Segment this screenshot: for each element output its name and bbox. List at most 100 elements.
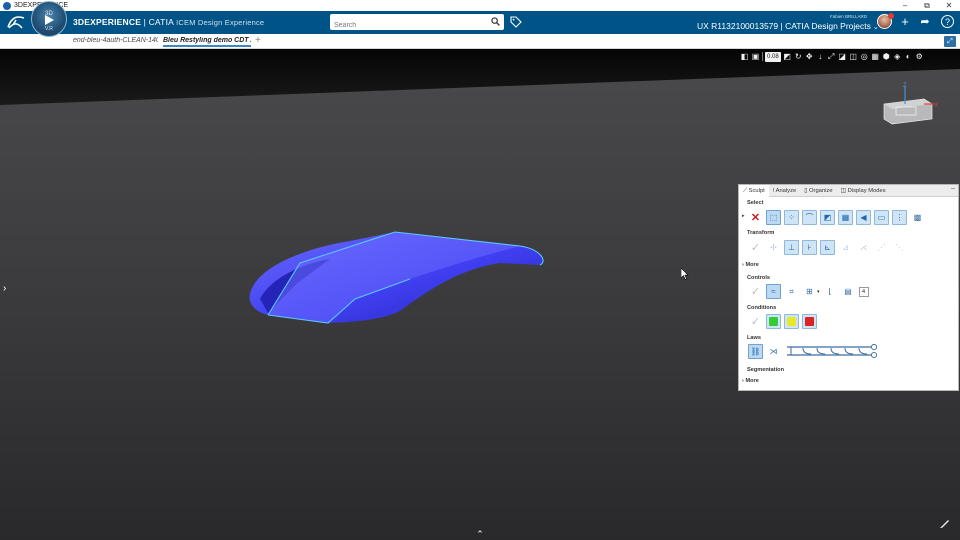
condition-green-icon[interactable] (766, 314, 781, 329)
capture-icon[interactable]: ▣ (751, 52, 760, 61)
select-surface-icon[interactable]: ⬚ (766, 210, 781, 225)
section-transform: Transform (747, 230, 775, 236)
render-style-icon[interactable]: ◫ (849, 52, 858, 61)
soft-modification-icon[interactable]: ≈ (766, 284, 781, 299)
controls-tools-row: ✓ ≈ ⌗ ⊞ ▾ ⌊ ▤ 4 (748, 284, 869, 299)
red-square-icon (805, 317, 814, 326)
left-panel-expand-icon[interactable]: › (3, 283, 11, 294)
zoom-icon[interactable]: ↓ (816, 52, 825, 61)
select-curves-icon[interactable]: ⌒ (802, 210, 817, 225)
select-tools-row: ✕ ⬚ ⁘ ⌒ ◩ ▦ ◀ ▭ ⋮ ▩ (748, 210, 925, 225)
translate-icon[interactable]: ⊥ (784, 240, 799, 255)
zoom-value[interactable]: 0.08 (765, 51, 781, 62)
select-box-icon[interactable]: ▭ (874, 210, 889, 225)
control-mesh-icon[interactable]: ⊞ (802, 284, 817, 299)
multi-view-icon[interactable]: ▦ (871, 52, 880, 61)
transform-tools-row: ✓ ✢ ⊥ ⊦ ⊾ ⊿ ⋌ ⋰ ⋱ (748, 240, 907, 255)
select-previous-icon[interactable]: ◀ (856, 210, 871, 225)
display-modes-icon: ◫ (840, 188, 848, 194)
select-grid-icon[interactable]: ▩ (910, 210, 925, 225)
user-name: Fabien BRILLARD (830, 14, 868, 19)
view-cube-icon[interactable]: ⬢ (882, 52, 891, 61)
rotate-icon[interactable]: ↻ (794, 52, 803, 61)
tab-bleu-restyling-demo[interactable]: Bleu Restyling demo CDT A (163, 37, 251, 47)
restore-window-button[interactable]: ⧉ (916, 1, 938, 11)
controls-check-icon[interactable]: ✓ (748, 284, 763, 299)
lights-icon[interactable]: ◈ (893, 52, 902, 61)
rotate-transform-icon[interactable]: ⊾ (820, 240, 835, 255)
add-tab-button[interactable]: + (255, 35, 261, 46)
brand-catia: | CATIA (141, 17, 174, 27)
section-select: Select (747, 200, 764, 206)
compass-widget[interactable]: 3D V.R (31, 1, 67, 37)
settings-icon[interactable]: ⚙ (915, 52, 924, 61)
3dexperience-app-icon (3, 1, 11, 10)
conditions-check-icon[interactable]: ✓ (748, 314, 763, 329)
search-icon[interactable] (491, 17, 500, 26)
avatar[interactable] (877, 13, 894, 29)
control-page-icon[interactable]: ▤ (841, 284, 856, 299)
collaborative-space-selector[interactable]: UX R1132100013579 | CATIA Design Project… (697, 21, 879, 31)
pan-icon[interactable]: ✥ (805, 52, 814, 61)
expand-icon[interactable]: ⤢ (944, 36, 956, 47)
cube-view-icon[interactable]: ◩ (783, 52, 792, 61)
select-points-icon[interactable]: ⁘ (784, 210, 799, 225)
chevron-down-icon[interactable]: ▾ (817, 289, 820, 295)
chevron-right-icon: › (742, 262, 744, 268)
ambient-icon[interactable]: ◐ (904, 52, 913, 61)
mouse-cursor-icon (681, 268, 689, 280)
move-axis-icon[interactable]: ✢ (766, 240, 781, 255)
action-bar-expand-icon[interactable]: ⌃ (475, 529, 485, 540)
tab-organize[interactable]: ▯ Organize (800, 185, 836, 197)
help-button[interactable]: ? (941, 15, 954, 28)
transform-more-toggle[interactable]: › More (742, 262, 759, 268)
control-curve-icon[interactable]: ⌊ (823, 284, 838, 299)
brand-3dexperience: 3DEXPERIENCE (73, 17, 142, 27)
control-grid-icon[interactable]: ⌗ (784, 284, 799, 299)
os-title-bar: 3DEXPERIENCE – ⧉ ✕ (0, 0, 960, 11)
brand-title: 3DEXPERIENCE | CATIA ICEM Design Experie… (73, 17, 264, 27)
select-faces-icon[interactable]: ◩ (820, 210, 835, 225)
camera-icon[interactable]: ◧ (740, 52, 749, 61)
law-type-icon[interactable]: ⋊ (766, 344, 781, 359)
law-slider[interactable] (785, 344, 877, 358)
view-toolbar: ◧ ▣ 0.08 ◩ ↻ ✥ ↓ ⤢ ◪ ◫ ◎ ▦ ⬢ ◈ ◐ ⚙ (740, 51, 924, 62)
chevron-right-icon: › (742, 378, 744, 384)
pencil-icon[interactable] (939, 517, 951, 529)
flatten-icon[interactable]: ⋰ (874, 240, 889, 255)
panel-minimize-button[interactable]: – (951, 185, 955, 192)
tab-end-bleu-4auth[interactable]: end-bleu-4auth-CLEAN-140 (73, 37, 158, 44)
section-laws: Laws (747, 335, 761, 341)
scale-icon[interactable]: ⊿ (838, 240, 853, 255)
select-mesh-icon[interactable]: ▦ (838, 210, 853, 225)
deselect-icon[interactable]: ✕ (748, 210, 763, 225)
normal-view-icon[interactable]: ◪ (838, 52, 847, 61)
os-window-title: 3DEXPERIENCE (14, 2, 894, 9)
play-icon[interactable] (45, 15, 54, 25)
brand-app-name: ICEM Design Experience (176, 18, 265, 27)
close-window-button[interactable]: ✕ (938, 1, 960, 10)
notification-badge (888, 13, 894, 19)
add-button[interactable]: + (898, 15, 912, 29)
tab-analyze[interactable]: ⍿ Analyze (769, 185, 800, 197)
tab-display-modes[interactable]: ◫ Display Modes (837, 185, 890, 197)
validate-check-icon[interactable]: ✓ (748, 240, 763, 255)
link-law-icon[interactable]: ⛓ (748, 344, 763, 359)
share-button[interactable]: ➦ (918, 15, 932, 29)
search-input[interactable] (330, 17, 480, 34)
condition-yellow-icon[interactable] (784, 314, 799, 329)
fit-all-icon[interactable]: ⤢ (827, 52, 836, 61)
hide-show-icon[interactable]: ◎ (860, 52, 869, 61)
search-box[interactable] (330, 14, 504, 34)
dassault-logo-icon[interactable] (6, 13, 28, 31)
tab-sculpt[interactable]: ⟋ Sculpt (739, 185, 769, 197)
project-icon[interactable]: ⋱ (892, 240, 907, 255)
translate-plane-icon[interactable]: ⊦ (802, 240, 817, 255)
minimize-window-button[interactable]: – (894, 1, 916, 10)
segmentation-more-toggle[interactable]: › More (742, 378, 759, 384)
condition-red-icon[interactable] (802, 314, 817, 329)
select-path-icon[interactable]: ⋮ (892, 210, 907, 225)
controls-count-field[interactable]: 4 (858, 286, 869, 297)
tag-icon[interactable] (510, 16, 522, 28)
scale-plane-icon[interactable]: ⋌ (856, 240, 871, 255)
